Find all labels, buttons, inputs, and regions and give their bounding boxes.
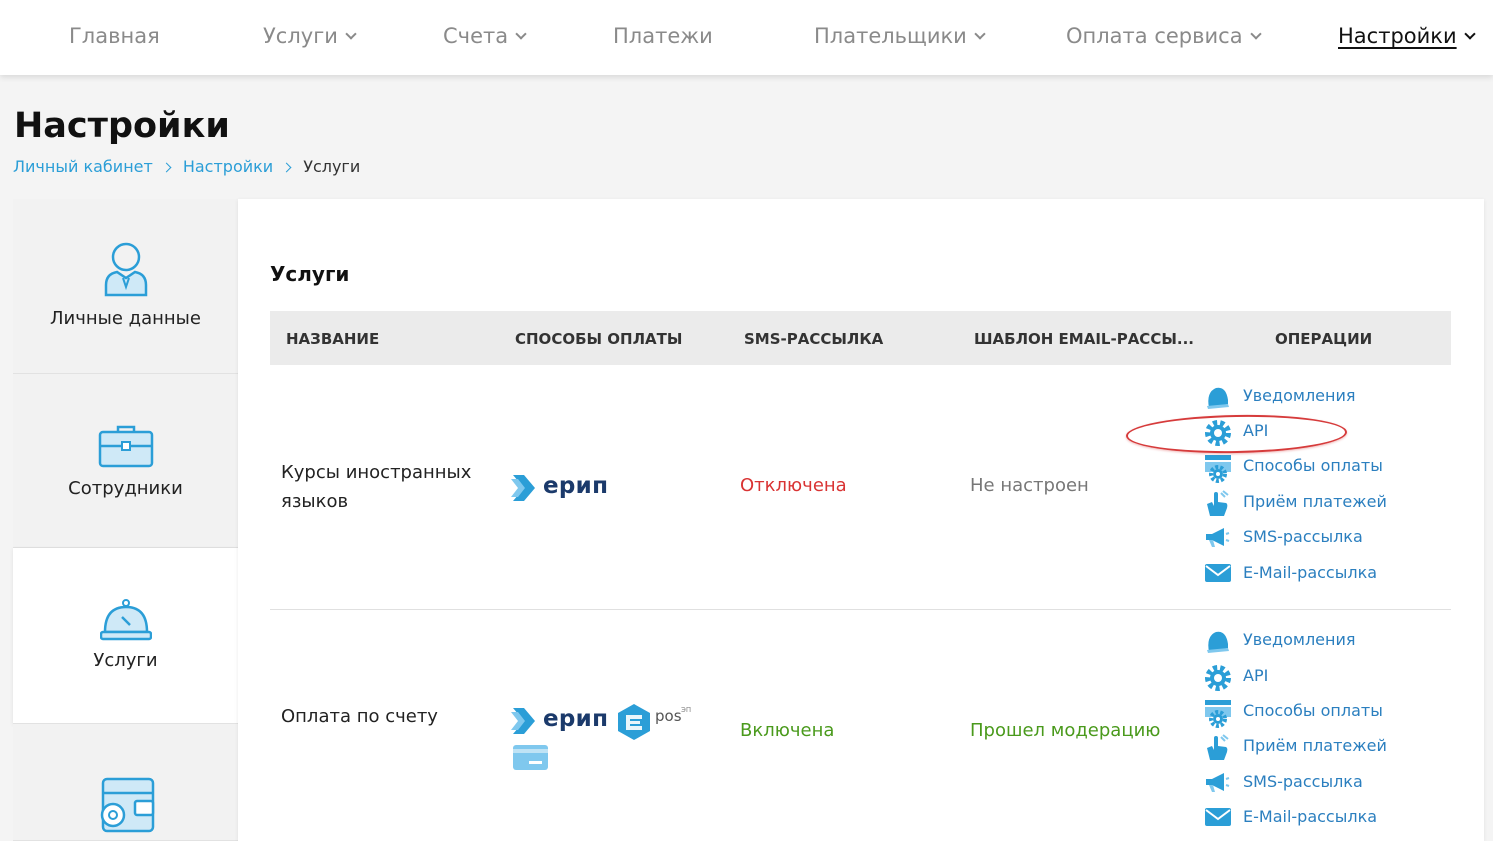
megaphone-icon: [1206, 528, 1230, 547]
op-label: Уведомления: [1243, 630, 1356, 649]
gear-icon: [1205, 420, 1231, 446]
nav-item-label: Плательщики: [814, 24, 967, 48]
user-icon: [104, 242, 147, 297]
gear-icon: [1205, 665, 1231, 691]
wallet-gear-icon: [100, 777, 154, 833]
breadcrumb-current: Услуги: [303, 157, 361, 176]
settings-sidebar: Личные данные Сотрудники Услуги: [13, 199, 238, 841]
epos-logo-sup: ЭП: [681, 706, 692, 714]
column-header-name[interactable]: НАЗВАНИЕ: [286, 330, 379, 348]
nav-item-services[interactable]: Услуги: [263, 24, 357, 48]
op-label: API: [1243, 421, 1269, 440]
op-label: SMS-рассылка: [1243, 527, 1363, 546]
chevron-down-icon: [1249, 28, 1262, 40]
op-label: Способы оплаты: [1243, 456, 1383, 475]
bell-icon: [1207, 387, 1229, 409]
column-header-sms[interactable]: SMS-РАССЫЛКА: [744, 330, 883, 348]
column-header-email-template[interactable]: ШАБЛОН EMAIL-РАССЫ...: [974, 330, 1194, 348]
sms-status: Отключена: [740, 475, 847, 496]
op-label: E-Mail-рассылка: [1243, 807, 1378, 826]
nav-item-home[interactable]: Главная: [69, 24, 160, 48]
nav-item-label: Настройки: [1338, 24, 1457, 48]
chevron-down-icon: [1463, 28, 1476, 40]
nav-item-payers[interactable]: Плательщики: [814, 24, 986, 48]
nav-item-label: Оплата сервиса: [1066, 24, 1243, 48]
email-template-status: Прошел модерацию: [970, 720, 1161, 741]
erip-logo: ерип: [511, 705, 608, 737]
nav-item-service-payment[interactable]: Оплата сервиса: [1066, 24, 1262, 48]
sidebar-item-label: Сотрудники: [68, 478, 183, 499]
nav-item-label: Главная: [69, 24, 160, 48]
op-label: E-Mail-рассылка: [1243, 563, 1378, 582]
op-label: API: [1243, 666, 1269, 685]
top-navigation: Главная Услуги Счета Платежи Плательщики…: [0, 0, 1493, 75]
chevron-down-icon: [974, 28, 986, 40]
service-name: Оплата по счету: [281, 706, 438, 727]
briefcase-icon: [98, 425, 153, 468]
breadcrumb-link-settings[interactable]: Настройки: [183, 157, 273, 176]
op-label: SMS-рассылка: [1243, 772, 1363, 791]
sidebar-item-label: Услуги: [93, 650, 158, 671]
card-icon: [512, 744, 549, 771]
column-header-operations: ОПЕРАЦИИ: [1275, 330, 1373, 348]
services-panel: Услуги НАЗВАНИЕ СПОСОБЫ ОПЛАТЫ SMS-РАССЫ…: [238, 199, 1484, 841]
sms-status: Включена: [740, 720, 835, 741]
envelope-icon: [1205, 808, 1231, 826]
hand-pointer-icon: [1207, 734, 1229, 760]
sidebar-item-employees[interactable]: Сотрудники: [13, 374, 238, 548]
op-label: Приём платежей: [1243, 736, 1387, 755]
payment-methods-gear-icon: [1205, 700, 1231, 728]
payment-methods-gear-icon: [1205, 455, 1231, 483]
nav-item-label: Счета: [443, 24, 509, 48]
service-name: Курсы иностранных языков: [281, 462, 472, 512]
nav-item-settings[interactable]: Настройки: [1338, 24, 1476, 48]
section-title: Услуги: [270, 262, 350, 286]
sidebar-item-services[interactable]: Услуги: [13, 548, 238, 724]
bell-icon: [1207, 631, 1229, 653]
chevron-down-icon: [515, 28, 527, 40]
nav-item-label: Платежи: [613, 24, 713, 48]
erip-logo-text: ерип: [543, 473, 609, 499]
envelope-icon: [1205, 564, 1231, 582]
chevron-down-icon: [345, 28, 357, 40]
sidebar-item-personal-data[interactable]: Личные данные: [13, 199, 238, 374]
erip-logo: ерип: [511, 472, 608, 504]
chevron-right-icon: [281, 162, 292, 173]
sidebar-item-payment-settings[interactable]: [13, 724, 238, 841]
chevron-right-icon: [161, 162, 172, 173]
table-header: НАЗВАНИЕ СПОСОБЫ ОПЛАТЫ SMS-РАССЫЛКА ШАБ…: [270, 311, 1451, 365]
op-label: Приём платежей: [1243, 492, 1387, 511]
annotation-highlight-oval: [1125, 413, 1348, 455]
sidebar-item-label: Личные данные: [50, 308, 201, 329]
nav-item-label: Услуги: [263, 24, 338, 48]
column-header-payment-methods[interactable]: СПОСОБЫ ОПЛАТЫ: [515, 330, 682, 348]
hand-pointer-icon: [1207, 490, 1229, 516]
nav-item-invoices[interactable]: Счета: [443, 24, 527, 48]
epos-logo-text: pos: [655, 707, 682, 725]
breadcrumb-link-cabinet[interactable]: Личный кабинет: [13, 157, 153, 176]
breadcrumb: Личный кабинет Настройки Услуги: [13, 157, 360, 176]
page-title: Настройки: [14, 106, 230, 146]
megaphone-icon: [1206, 773, 1230, 792]
email-template-status: Не настроен: [970, 475, 1089, 496]
erip-logo-text: ерип: [543, 706, 609, 732]
epos-logo: pos ЭП: [617, 703, 697, 741]
nav-item-payments[interactable]: Платежи: [613, 24, 713, 48]
op-label: Уведомления: [1243, 386, 1356, 405]
op-label: Способы оплаты: [1243, 701, 1383, 720]
row-divider: [270, 609, 1451, 610]
service-bell-icon: [99, 599, 152, 641]
